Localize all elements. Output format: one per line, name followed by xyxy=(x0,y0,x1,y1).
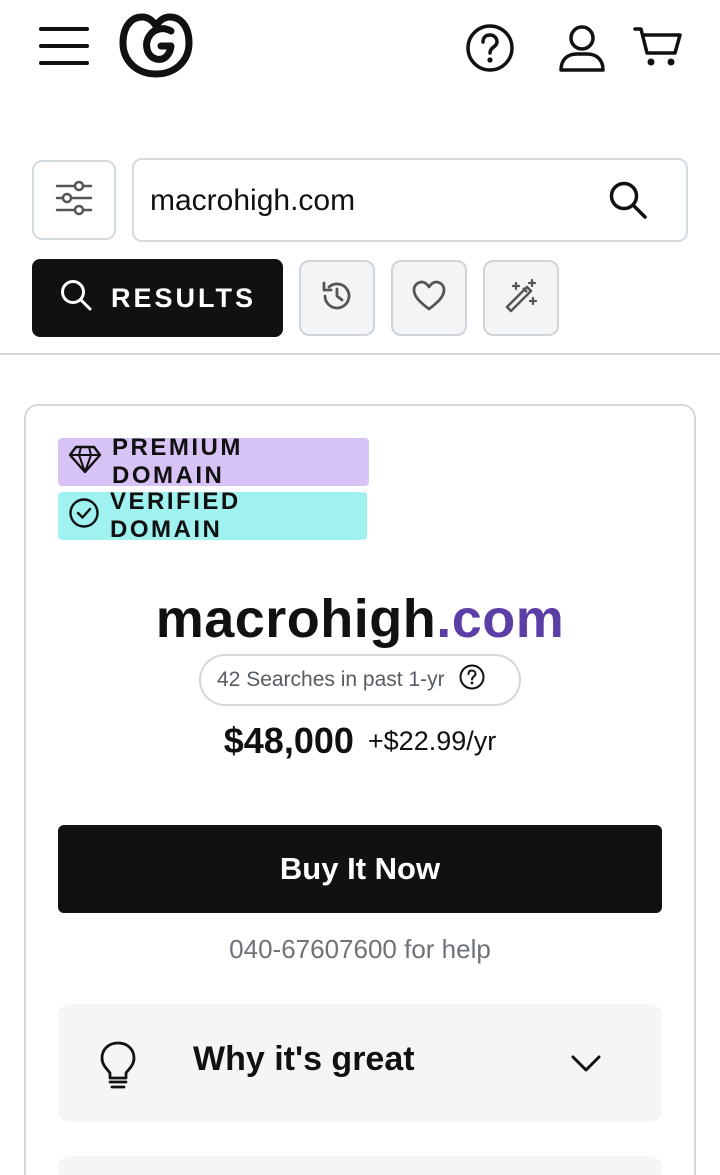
buy-it-now-label: Buy It Now xyxy=(279,851,441,886)
history-tab[interactable] xyxy=(299,260,375,336)
results-tab-label: RESULTS xyxy=(110,282,256,313)
search-icon xyxy=(608,180,648,225)
domain-price: $48,000 xyxy=(223,720,354,761)
chevron-down-icon xyxy=(570,1052,602,1074)
domain-generator-tab[interactable] xyxy=(483,260,559,336)
search-icon xyxy=(59,278,93,319)
verified-domain-label: VERIFIED DOMAIN xyxy=(110,488,241,543)
hamburger-icon[interactable] xyxy=(36,22,92,70)
cart-icon[interactable] xyxy=(632,24,684,70)
magic-wand-icon xyxy=(503,278,539,319)
filter-button[interactable] xyxy=(32,160,116,240)
help-phone-text[interactable]: 040-67607600 for help xyxy=(0,934,720,965)
domain-search-box xyxy=(132,158,688,242)
why-its-great-label: Why it's great xyxy=(193,1040,415,1078)
section-divider xyxy=(0,353,720,355)
search-volume-pill[interactable]: 42 Searches in past 1-yr xyxy=(199,654,521,706)
lightbulb-icon xyxy=(98,1040,138,1090)
history-icon xyxy=(320,279,354,318)
price-row: $48,000 +$22.99/yr xyxy=(0,720,720,762)
search-input[interactable] xyxy=(150,180,590,222)
results-tab[interactable]: RESULTS xyxy=(32,259,283,337)
verified-domain-badge: VERIFIED DOMAIN xyxy=(58,488,367,543)
favorites-tab[interactable] xyxy=(391,260,467,336)
sliders-icon xyxy=(55,179,93,222)
heart-icon xyxy=(411,280,447,317)
godaddy-logo[interactable] xyxy=(118,12,194,80)
why-its-great-accordion[interactable]: Why it's great xyxy=(58,1004,662,1122)
premium-domain-badge: PREMIUM DOMAIN xyxy=(58,434,369,489)
search-volume-text: 42 Searches in past 1-yr xyxy=(217,668,445,691)
domain-sld: macrohigh xyxy=(155,589,437,649)
top-navigation-bar xyxy=(0,0,720,100)
buy-it-now-button[interactable]: Buy It Now xyxy=(58,825,662,913)
check-circle-icon xyxy=(68,497,100,536)
domain-tld: .com xyxy=(436,589,565,649)
premium-domain-label: PREMIUM DOMAIN xyxy=(112,434,243,489)
domain-name: macrohigh.com xyxy=(0,588,720,650)
help-circle-icon[interactable] xyxy=(459,664,485,696)
diamond-icon xyxy=(68,444,102,481)
help-circle-icon[interactable] xyxy=(464,22,516,74)
search-submit-button[interactable] xyxy=(606,180,650,224)
renewal-price: +$22.99/yr xyxy=(367,725,497,756)
user-icon[interactable] xyxy=(556,22,608,74)
next-accordion-panel[interactable] xyxy=(58,1156,662,1175)
